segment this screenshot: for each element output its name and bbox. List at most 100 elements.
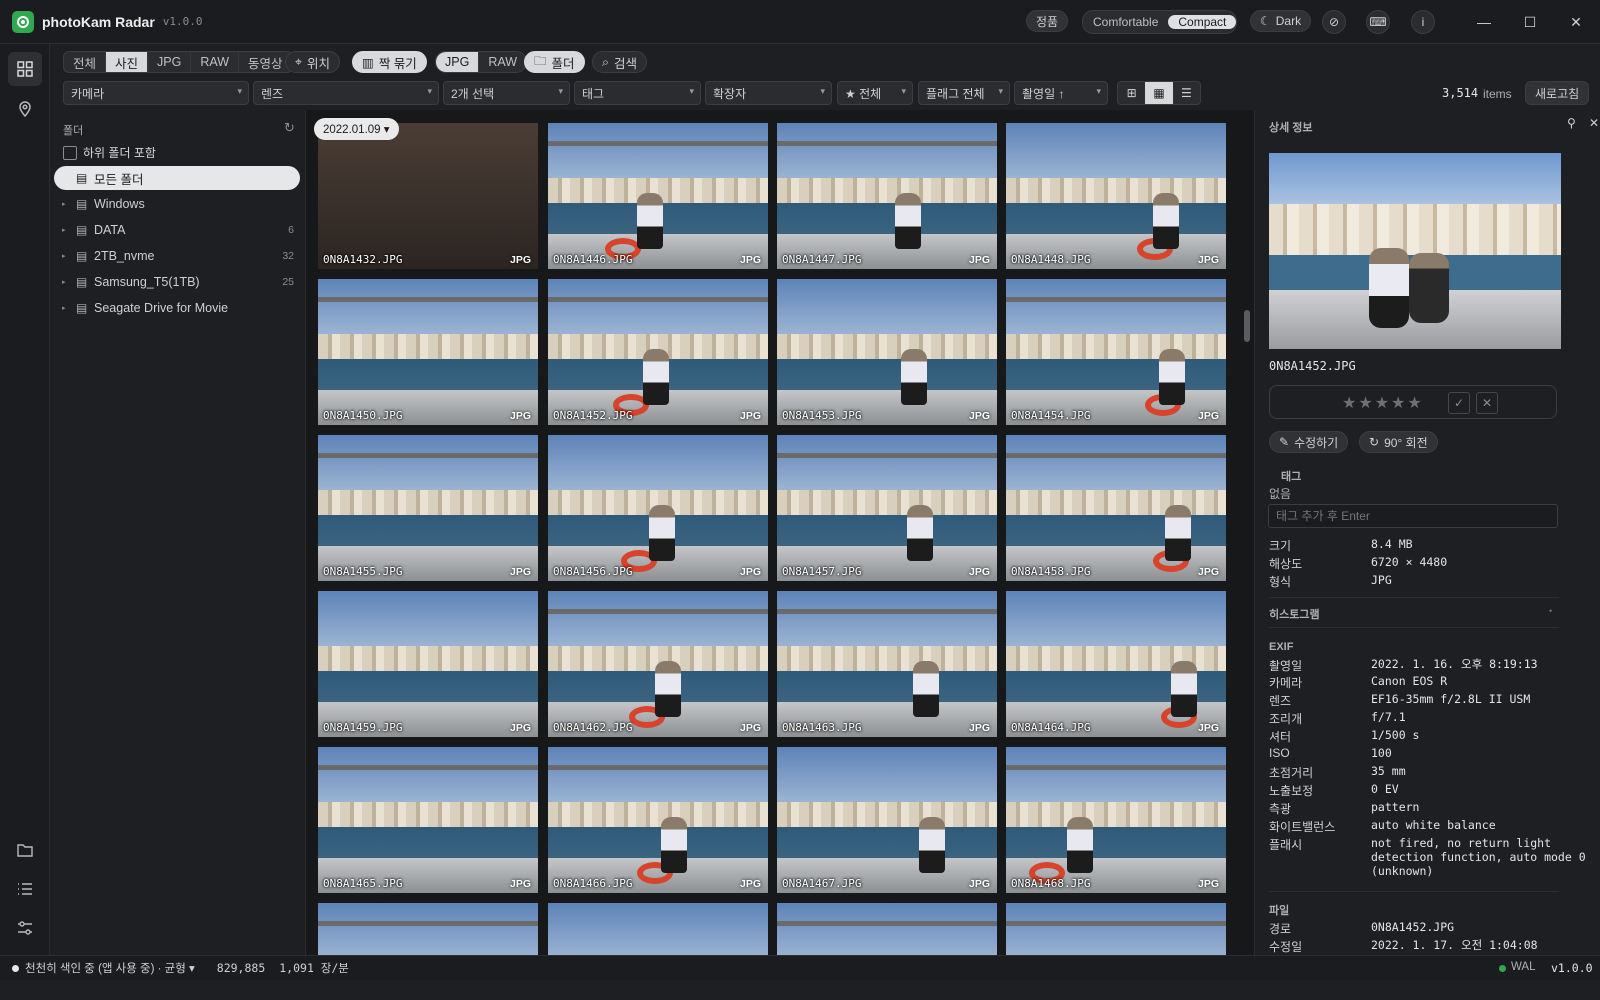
thumbnail-tile[interactable]: 0N8A1455.JPG JPG (318, 435, 538, 581)
thumbnail-tile[interactable] (777, 903, 997, 955)
lens-select[interactable]: 렌즈 ▾ (253, 81, 439, 105)
thumbnail-tile[interactable]: 0N8A1457.JPG JPG (777, 435, 997, 581)
density-comfortable-button[interactable]: Comfortable (1083, 15, 1168, 29)
folder-item-label: Seagate Drive for Movie (94, 301, 229, 315)
grid-scrollbar[interactable] (1244, 310, 1250, 342)
tag-input[interactable] (1268, 504, 1558, 528)
indexing-status[interactable]: 천천히 색인 중 (앱 사용 중) · 균형 ▾ (25, 960, 195, 976)
thumbnail-tile[interactable]: 0N8A1448.JPG JPG (1006, 123, 1226, 269)
thumbnail-tile[interactable]: 0N8A1450.JPG JPG (318, 279, 538, 425)
pin-icon[interactable]: ⚲ (1567, 116, 1576, 130)
folder-filter-button[interactable]: 🗀 폴더 (524, 51, 585, 73)
theme-toggle-button[interactable]: ☾ Dark (1250, 10, 1312, 32)
pair-group-button[interactable]: ▥ 짝 묶기 (352, 51, 427, 73)
camera-select[interactable]: 카메라 ▾ (63, 81, 249, 105)
edit-button[interactable]: ✎ 수정하기 (1269, 431, 1349, 453)
thumbnail-tile[interactable]: 0N8A1464.JPG JPG (1006, 591, 1226, 737)
folder-item-2tb-nvme[interactable]: ▸ ▤ 2TB_nvme 32 (54, 244, 300, 268)
expand-icon[interactable]: ▸ (62, 226, 76, 234)
app-name: photoKam Radar (42, 13, 155, 30)
thumbnail-tile[interactable]: 0N8A1462.JPG JPG (548, 591, 768, 737)
thumbnail-tile[interactable]: 0N8A1432.JPG JPG (318, 123, 538, 269)
large-grid-icon[interactable]: ⊞ (1118, 82, 1145, 104)
thumbnail-tile[interactable]: 0N8A1454.JPG JPG (1006, 279, 1226, 425)
expand-icon[interactable]: ▸ (62, 304, 76, 312)
thumbnail-filename: 0N8A1450.JPG (323, 409, 403, 422)
folder-item-windows[interactable]: ▸ ▤ Windows (54, 192, 300, 216)
map-pin-icon[interactable] (8, 92, 42, 126)
thumbnail-tile[interactable]: 0N8A1463.JPG JPG (777, 591, 997, 737)
expand-dot-icon[interactable]: • (1549, 606, 1552, 616)
search-button[interactable]: ⌕ 검색 (592, 51, 648, 73)
reject-icon[interactable]: ✕ (1476, 392, 1498, 414)
format-jpg-button[interactable]: JPG (436, 52, 480, 72)
minimize-icon[interactable]: — (1461, 0, 1507, 44)
extension-select[interactable]: 확장자 ▾ (705, 81, 832, 105)
preview-image[interactable] (1269, 153, 1561, 349)
folder-item-data[interactable]: ▸ ▤ DATA 6 (54, 218, 300, 242)
thumbnail-tile[interactable]: 0N8A1453.JPG JPG (777, 279, 997, 425)
folder-item-samsung-t5[interactable]: ▸ ▤ Samsung_T5(1TB) 25 (54, 270, 300, 294)
compact-grid-icon[interactable]: ▦ (1145, 82, 1173, 104)
exif-value: 100 (1371, 746, 1392, 760)
expand-icon[interactable]: ▸ (62, 252, 76, 260)
media-filter-jpg[interactable]: JPG (148, 52, 192, 72)
thumbnail-tile[interactable]: 0N8A1466.JPG JPG (548, 747, 768, 893)
folder-icon[interactable] (8, 833, 42, 867)
folder-item-seagate[interactable]: ▸ ▤ Seagate Drive for Movie (54, 296, 300, 320)
include-subfolders-checkbox[interactable]: 하위 폴더 포함 (63, 144, 156, 161)
list-view-icon[interactable]: ☰ (1173, 82, 1200, 104)
expand-icon[interactable]: ▸ (62, 200, 76, 208)
close-icon[interactable]: ✕ (1553, 0, 1599, 44)
star-rating[interactable]: ★★★★★ (1342, 393, 1424, 413)
media-filter-raw[interactable]: RAW (191, 52, 240, 72)
check-icon[interactable]: ✓ (1448, 392, 1470, 414)
sort-select[interactable]: 촬영일 ↑ ▾ (1014, 81, 1108, 105)
thumbnail-tile[interactable]: 0N8A1458.JPG JPG (1006, 435, 1226, 581)
histogram-title[interactable]: 히스토그램 (1269, 606, 1320, 622)
thumbnail-tile[interactable] (1006, 903, 1226, 955)
thumbnail-tile[interactable]: 0N8A1467.JPG JPG (777, 747, 997, 893)
thumbnail-tile[interactable] (318, 903, 538, 955)
folder-item-all[interactable]: ▤ 모든 폴더 (54, 166, 300, 190)
thumbnail-tile[interactable]: 0N8A1459.JPG JPG (318, 591, 538, 737)
flag-select[interactable]: 플래그 전체 ▾ (918, 81, 1010, 105)
density-compact-button[interactable]: Compact (1168, 15, 1237, 29)
expand-icon[interactable]: ▸ (62, 278, 76, 286)
rotate-button[interactable]: ↻ 90° 회전 (1359, 431, 1438, 453)
sliders-icon[interactable] (8, 911, 42, 945)
selection-select[interactable]: 2개 선택 ▾ (443, 81, 570, 105)
refresh-icon[interactable]: ↻ (284, 120, 295, 136)
thumbnail-tile[interactable] (548, 903, 768, 955)
thumbnail-tile[interactable]: 0N8A1446.JPG JPG (548, 123, 768, 269)
tag-select[interactable]: 태그 ▾ (574, 81, 701, 105)
maximize-icon[interactable]: ☐ (1507, 0, 1553, 44)
item-count: 3,514 (1442, 86, 1479, 100)
media-filter-video[interactable]: 동영상 (239, 52, 292, 72)
lens-select-label: 렌즈 (261, 86, 284, 101)
thumbnail-tile[interactable]: 0N8A1447.JPG JPG (777, 123, 997, 269)
thumbnail-tile[interactable]: 0N8A1452.JPG JPG (548, 279, 768, 425)
thumbnail-filename: 0N8A1432.JPG (323, 253, 403, 266)
genuine-badge[interactable]: 정품 (1026, 10, 1069, 32)
keyboard-icon[interactable]: ⌨ (1366, 10, 1390, 34)
refresh-button[interactable]: 새로고침 (1525, 81, 1590, 105)
info-icon[interactable]: i (1411, 10, 1435, 34)
status-dot-icon (12, 964, 19, 972)
exif-key: 측광 (1269, 802, 1292, 816)
date-jump-chip[interactable]: 2022.01.09 ▾ (314, 118, 399, 140)
close-panel-icon[interactable]: ✕ (1589, 116, 1599, 130)
thumbnail-tile[interactable]: 0N8A1468.JPG JPG (1006, 747, 1226, 893)
grid-view-icon[interactable] (8, 52, 42, 86)
media-filter-all[interactable]: 전체 (64, 52, 107, 72)
media-filter-photo[interactable]: 사진 (106, 52, 149, 72)
thumbnail-tile[interactable]: 0N8A1465.JPG JPG (318, 747, 538, 893)
flag-select-label: 플래그 전체 (926, 86, 985, 101)
rating-select[interactable]: ★ 전체 ▾ (837, 81, 913, 105)
thumbnail-tile[interactable]: 0N8A1456.JPG JPG (548, 435, 768, 581)
checklist-icon[interactable] (8, 872, 42, 906)
format-raw-button[interactable]: RAW (479, 52, 526, 72)
compass-icon[interactable]: ⊘ (1322, 10, 1346, 34)
exif-key: 카메라 (1269, 676, 1303, 690)
location-button[interactable]: ⌖ 위치 (285, 51, 341, 73)
